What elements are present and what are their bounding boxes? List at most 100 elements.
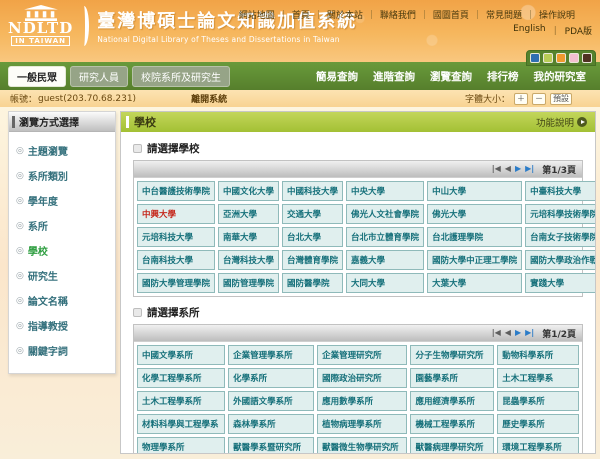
school-cell[interactable]: 台北大學	[282, 227, 343, 247]
menu-rankings[interactable]: 排行榜	[487, 69, 519, 84]
dept-cell[interactable]: 應用經濟學系所	[410, 391, 494, 411]
school-cell[interactable]: 南華大學	[218, 227, 279, 247]
school-cell[interactable]: 嘉義大學	[346, 250, 424, 270]
school-cell[interactable]: 台灣體育學院	[282, 250, 343, 270]
tab-schools-grads[interactable]: 校院系所及研究生	[132, 66, 230, 87]
dept-cell[interactable]: 森林學系所	[228, 414, 314, 434]
dept-cell[interactable]: 獸醫病理學研究所	[410, 437, 494, 454]
dept-cell[interactable]: 企業管理學系所	[228, 345, 314, 365]
dept-cell[interactable]: 機械工程學系所	[410, 414, 494, 434]
sidebar-item-keywords[interactable]: ◎關鍵字詞	[14, 338, 110, 363]
dept-cell[interactable]: 獸醫學系暨研究所	[228, 437, 314, 454]
school-cell[interactable]: 國防大學管理學院	[137, 273, 215, 293]
school-cell[interactable]: 佛光大學	[427, 204, 522, 224]
first-page-button[interactable]: |◀	[492, 329, 501, 337]
dept-cell[interactable]: 土木工程學系	[497, 368, 579, 388]
menu-my-research-room[interactable]: 我的研究室	[534, 69, 587, 84]
dept-cell[interactable]: 獸醫微生物學研究所	[317, 437, 407, 454]
sidebar-item-school[interactable]: ◎學校	[14, 238, 110, 263]
dept-cell[interactable]: 昆蟲學系所	[497, 391, 579, 411]
theme-swatch-pink[interactable]	[569, 53, 579, 63]
theme-swatch-green[interactable]	[543, 53, 553, 63]
school-cell[interactable]: 實踐大學	[525, 273, 596, 293]
dept-cell[interactable]: 園藝學系所	[410, 368, 494, 388]
font-default-button[interactable]: 預設	[550, 93, 572, 105]
link-contact[interactable]: 聯絡我們	[363, 8, 416, 21]
menu-browse-search[interactable]: 瀏覽查詢	[430, 69, 472, 84]
logout-link[interactable]: 離開系統	[191, 92, 227, 105]
sidebar-item-topic-browse[interactable]: ◎主題瀏覽	[14, 138, 110, 163]
school-cell[interactable]: 中國文化大學	[218, 181, 279, 201]
link-pda[interactable]: PDA版	[546, 24, 592, 37]
dept-cell[interactable]: 分子生物學研究所	[410, 345, 494, 365]
link-ncl-home[interactable]: 國圖首頁	[416, 8, 469, 21]
next-page-button[interactable]: ▶	[515, 329, 521, 337]
next-page-button[interactable]: ▶	[515, 165, 521, 173]
last-page-button[interactable]: ▶|	[525, 329, 534, 337]
link-sitemap[interactable]: 網站地圖	[239, 8, 275, 21]
table-row: 物理學系所 獸醫學系暨研究所 獸醫微生物學研究所 獸醫病理學研究所 環境工程學系…	[137, 437, 579, 454]
theme-swatch-orange[interactable]	[556, 53, 566, 63]
dept-cell[interactable]: 外國語文學系所	[228, 391, 314, 411]
dept-cell[interactable]: 材料科學與工程學系	[137, 414, 225, 434]
dept-cell[interactable]: 歷史學系所	[497, 414, 579, 434]
school-cell[interactable]: 國防醫學院	[282, 273, 343, 293]
first-page-button[interactable]: |◀	[492, 165, 501, 173]
dept-cell[interactable]: 企業管理研究所	[317, 345, 407, 365]
school-cell[interactable]: 國防管理學院	[218, 273, 279, 293]
school-cell[interactable]: 元培科技大學	[137, 227, 215, 247]
link-home[interactable]: 首頁	[275, 8, 310, 21]
school-cell[interactable]: 國防大學政治作戰學院	[525, 250, 596, 270]
dept-cell[interactable]: 中國文學系所	[137, 345, 225, 365]
theme-swatch-blue[interactable]	[530, 53, 540, 63]
theme-swatch-brown[interactable]	[582, 53, 592, 63]
school-cell[interactable]: 中山大學	[427, 181, 522, 201]
school-cell[interactable]: 台南女子技術學院	[525, 227, 596, 247]
school-cell[interactable]: 元培科學技術學院	[525, 204, 596, 224]
sidebar-item-grad-student[interactable]: ◎研究生	[14, 263, 110, 288]
prev-page-button[interactable]: ◀	[505, 165, 511, 173]
school-cell[interactable]: 台北市立體育學院	[346, 227, 424, 247]
font-increase-button[interactable]: ＋	[514, 93, 528, 105]
school-cell[interactable]: 中台醫護技術學院	[137, 181, 215, 201]
link-help[interactable]: 操作說明	[522, 8, 575, 21]
last-page-button[interactable]: ▶|	[525, 165, 534, 173]
school-cell[interactable]: 台灣科技大學	[218, 250, 279, 270]
link-about[interactable]: 關於本站	[310, 8, 363, 21]
school-cell[interactable]: 台南科技大學	[137, 250, 215, 270]
dept-cell[interactable]: 國際政治研究所	[317, 368, 407, 388]
tab-general-public[interactable]: 一般民眾	[8, 66, 66, 87]
school-cell[interactable]: 台北護理學院	[427, 227, 522, 247]
link-faq[interactable]: 常見問題	[469, 8, 522, 21]
help-link[interactable]: 功能說明	[536, 115, 587, 129]
dept-cell[interactable]: 化學系所	[228, 368, 314, 388]
sidebar-item-advisor[interactable]: ◎指導教授	[14, 313, 110, 338]
dept-cell[interactable]: 化學工程學系所	[137, 368, 225, 388]
tab-researchers[interactable]: 研究人員	[70, 66, 128, 87]
school-cell-selected[interactable]: 中興大學	[137, 204, 215, 224]
school-cell[interactable]: 中國科技大學	[282, 181, 343, 201]
dept-cell[interactable]: 應用數學系所	[317, 391, 407, 411]
dept-cell[interactable]: 土木工程學系所	[137, 391, 225, 411]
menu-simple-search[interactable]: 簡易查詢	[316, 69, 358, 84]
dept-cell[interactable]: 環境工程學系所	[497, 437, 579, 454]
school-cell[interactable]: 國防大學中正理工學院	[427, 250, 522, 270]
dept-cell[interactable]: 植物病理學系所	[317, 414, 407, 434]
menu-advanced-search[interactable]: 進階查詢	[373, 69, 415, 84]
sidebar-item-thesis-title[interactable]: ◎論文名稱	[14, 288, 110, 313]
school-cell[interactable]: 交通大學	[282, 204, 343, 224]
school-cell[interactable]: 中央大學	[346, 181, 424, 201]
dept-cell[interactable]: 物理學系所	[137, 437, 225, 454]
school-cell[interactable]: 大葉大學	[427, 273, 522, 293]
school-cell[interactable]: 中臺科技大學	[525, 181, 596, 201]
prev-page-button[interactable]: ◀	[505, 329, 511, 337]
sidebar-item-academic-year[interactable]: ◎學年度	[14, 188, 110, 213]
school-cell[interactable]: 大同大學	[346, 273, 424, 293]
sidebar-item-dept-category[interactable]: ◎系所類別	[14, 163, 110, 188]
dept-cell[interactable]: 動物科學系所	[497, 345, 579, 365]
sidebar-item-department[interactable]: ◎系所	[14, 213, 110, 238]
link-english[interactable]: English	[513, 24, 546, 37]
school-cell[interactable]: 佛光人文社會學院	[346, 204, 424, 224]
school-cell[interactable]: 亞洲大學	[218, 204, 279, 224]
font-decrease-button[interactable]: －	[532, 93, 546, 105]
